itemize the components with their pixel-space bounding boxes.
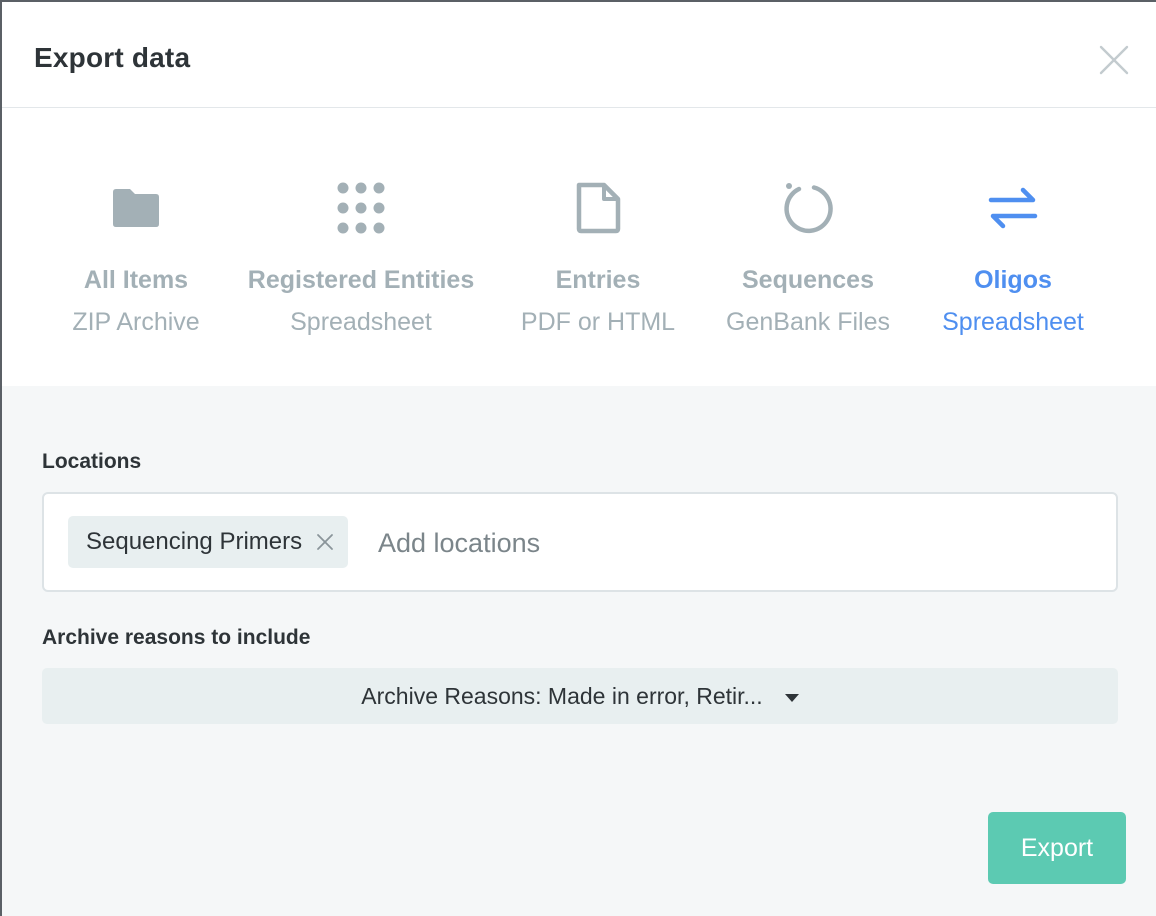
caret-down-icon <box>784 693 799 702</box>
location-chip: Sequencing Primers <box>68 516 349 568</box>
close-icon[interactable] <box>1098 44 1130 76</box>
export-dialog: Export data All Items ZIP Archive Regist… <box>2 2 1156 916</box>
export-type-label: Entries <box>555 266 641 294</box>
export-type-sub: PDF or HTML <box>520 308 676 336</box>
dots-grid-icon <box>337 182 385 234</box>
folder-icon <box>113 189 159 227</box>
archive-reasons-label: Archive reasons to include <box>42 626 311 649</box>
export-type-label: All Items <box>83 266 189 294</box>
archive-reasons-value: Archive Reasons: Made in error, Retir... <box>361 683 763 709</box>
location-chip-label: Sequencing Primers <box>86 528 303 555</box>
document-icon <box>576 182 621 234</box>
export-type-selector: All Items ZIP Archive Registered Entitie… <box>2 108 1156 386</box>
dialog-title: Export data <box>34 42 191 73</box>
export-type-sub: GenBank Files <box>726 308 890 336</box>
archive-reasons-dropdown[interactable]: Archive Reasons: Made in error, Retir... <box>42 668 1118 724</box>
export-options-panel: Locations Sequencing Primers Archive rea… <box>2 386 1156 916</box>
export-type-label: Oligos <box>974 266 1052 294</box>
export-type-sub: Spreadsheet <box>290 308 432 336</box>
remove-chip-icon[interactable] <box>316 533 334 551</box>
dialog-header: Export data <box>2 2 1156 108</box>
swap-arrows-icon <box>988 187 1038 229</box>
circular-sequence-icon <box>784 183 833 234</box>
export-type-sub: ZIP Archive <box>72 308 200 336</box>
export-type-sub: Spreadsheet <box>942 308 1084 336</box>
locations-field[interactable]: Sequencing Primers <box>42 492 1118 592</box>
locations-input[interactable] <box>376 516 980 570</box>
locations-label: Locations <box>42 450 142 473</box>
export-button[interactable]: Export <box>988 812 1126 884</box>
export-type-label: Registered Entities <box>247 266 475 294</box>
export-type-label: Sequences <box>741 266 874 294</box>
